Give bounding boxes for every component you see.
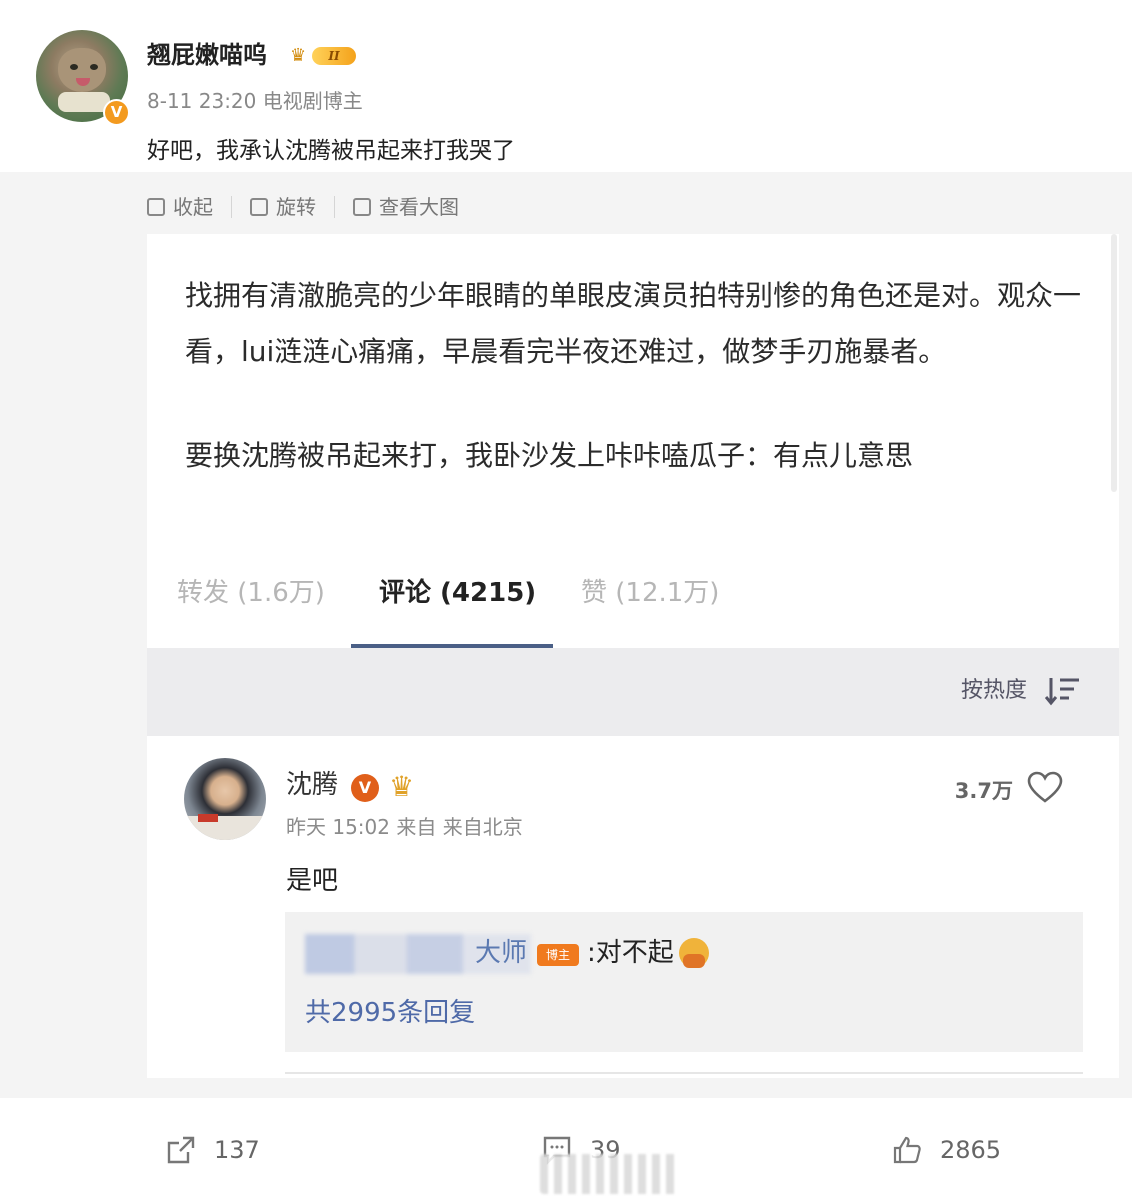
- like-count: 2865: [940, 1136, 1002, 1164]
- repost-button[interactable]: 137: [166, 1134, 260, 1166]
- collapse-icon: [147, 198, 165, 216]
- quoted-post-text: 找拥有清澈脆亮的少年眼睛的单眼皮演员拍特别惨的角色还是对。观众一看，lui涟涟心…: [185, 268, 1085, 484]
- view-large-icon: [353, 198, 371, 216]
- toolbar-divider: [334, 196, 335, 218]
- post-header: V 翘屁嫩喵呜 ♛ II 8-11 23:20 电视剧博主 好吧，我承认沈腾被吊…: [0, 0, 1132, 172]
- share-icon: [167, 1136, 195, 1164]
- blogger-tag: 博主: [537, 944, 579, 966]
- engagement-tabs: 转发 (1.6万) 评论 (4215) 赞 (12.1万): [147, 538, 1119, 648]
- reply-text: :对不起: [587, 938, 674, 968]
- heart-icon[interactable]: [1027, 770, 1063, 806]
- media-toolbar: 收起 旋转 查看大图: [147, 192, 459, 222]
- commenter-name[interactable]: 沈腾: [286, 768, 338, 802]
- sort-by-hot-button[interactable]: 按热度: [961, 676, 1027, 706]
- member-level-badge[interactable]: ♛ II: [290, 45, 358, 67]
- rotate-label: 旋转: [276, 195, 316, 219]
- sort-icon[interactable]: [1045, 676, 1081, 706]
- comment-item: 沈腾 V ♛ 昨天 15:02 来自 来自北京 3.7万 是吧 大师 博主 :对…: [147, 736, 1119, 1078]
- post-media: 收起 旋转 查看大图 找拥有清澈脆亮的少年眼睛的单眼皮演员拍特别惨的角色还是对。…: [0, 172, 1132, 1098]
- view-large-button[interactable]: 查看大图: [353, 192, 459, 222]
- collapse-label: 收起: [173, 195, 213, 219]
- view-all-replies-link[interactable]: 共2995条回复: [305, 996, 475, 1030]
- rotate-icon: [250, 198, 268, 216]
- verified-badge-icon: V: [351, 774, 379, 802]
- comment-time: 昨天 15:02 来自 来自北京: [286, 815, 523, 839]
- quoted-paragraph: 找拥有清澈脆亮的少年眼睛的单眼皮演员拍特别惨的角色还是对。观众一看，lui涟涟心…: [185, 279, 1082, 368]
- sort-bar: 按热度: [147, 648, 1119, 736]
- bowing-emoji-icon: [679, 938, 709, 968]
- reply-preview[interactable]: 大师 博主 :对不起 共2995条回复: [285, 912, 1083, 1052]
- scrollbar: [1111, 234, 1117, 492]
- collapse-button[interactable]: 收起: [147, 192, 213, 222]
- cat-eye: [90, 64, 98, 70]
- verified-badge-icon: V: [103, 99, 130, 126]
- post-text: 好吧，我承认沈腾被吊起来打我哭了: [147, 138, 515, 164]
- post-action-bar: 137 39 2865: [0, 1098, 1132, 1204]
- tab-comments[interactable]: 评论 (4215): [379, 576, 536, 610]
- divider: [285, 1072, 1083, 1074]
- quoted-paragraph: 要换沈腾被吊起来打，我卧沙发上咔咔嗑瓜子：有点儿意思: [185, 439, 914, 472]
- post-meta: 8-11 23:20 电视剧博主: [147, 89, 363, 113]
- thumbs-up-icon: [893, 1136, 921, 1164]
- repost-count: 137: [214, 1136, 260, 1164]
- avatar-nameplate: [198, 814, 218, 822]
- embedded-screenshot[interactable]: 找拥有清澈脆亮的少年眼睛的单眼皮演员拍特别惨的角色还是对。观众一看，lui涟涟心…: [147, 234, 1119, 1078]
- reply-username-tail[interactable]: 大师: [475, 936, 527, 970]
- cat-eye: [70, 64, 78, 70]
- toolbar-divider: [231, 196, 232, 218]
- tab-reposts[interactable]: 转发 (1.6万): [177, 576, 325, 610]
- view-large-label: 查看大图: [379, 195, 459, 219]
- comment-text: 是吧: [286, 866, 339, 896]
- crown-icon: ♛: [389, 770, 415, 803]
- cat-scarf: [58, 92, 110, 112]
- rotate-button[interactable]: 旋转: [250, 192, 316, 222]
- commenter-avatar[interactable]: [184, 758, 266, 840]
- tab-likes[interactable]: 赞 (12.1万): [581, 576, 719, 610]
- post-username[interactable]: 翘屁嫩喵呜: [147, 40, 267, 70]
- avatar-desk: [184, 816, 266, 840]
- comment-like-count: 3.7万: [954, 779, 1013, 803]
- like-button[interactable]: 2865: [892, 1134, 1001, 1166]
- weibo-watermark: [540, 1154, 680, 1194]
- member-level-label: II: [312, 47, 356, 65]
